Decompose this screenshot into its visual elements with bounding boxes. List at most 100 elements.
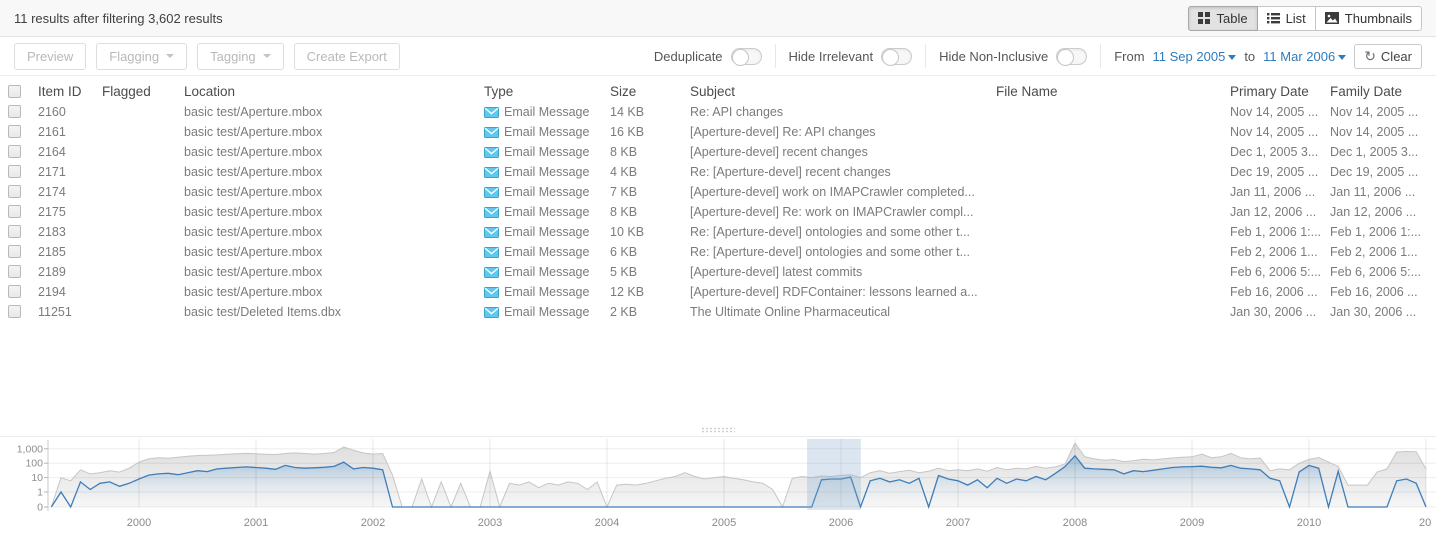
cell-flagged xyxy=(102,102,184,122)
cell-type: Email Message xyxy=(484,182,610,202)
cell-type: Email Message xyxy=(484,282,610,302)
date-from-dropdown[interactable]: 11 Sep 2005 xyxy=(1153,49,1237,64)
hide-non-inclusive-filter: Hide Non-Inclusive xyxy=(939,48,1087,65)
email-icon xyxy=(484,227,499,238)
divider xyxy=(775,44,776,68)
y-axis-label: 0 xyxy=(37,502,43,514)
row-checkbox[interactable] xyxy=(8,145,21,158)
column-header-family-date[interactable]: Family Date xyxy=(1330,84,1436,99)
select-all-checkbox[interactable] xyxy=(8,85,21,98)
column-header-file-name[interactable]: File Name xyxy=(996,84,1230,99)
table-row[interactable]: 2164basic test/Aperture.mboxEmail Messag… xyxy=(0,142,1436,162)
cell-file-name xyxy=(996,242,1230,262)
clear-date-filter-button[interactable]: ↻ Clear xyxy=(1354,44,1422,69)
row-checkbox[interactable] xyxy=(8,245,21,258)
cell-item-id: 2161 xyxy=(38,122,102,142)
cell-type: Email Message xyxy=(484,242,610,262)
row-checkbox[interactable] xyxy=(8,225,21,238)
table-row[interactable]: 11251basic test/Deleted Items.dbxEmail M… xyxy=(0,302,1436,322)
y-axis-label: 1 xyxy=(37,487,43,499)
row-checkbox[interactable] xyxy=(8,205,21,218)
row-checkbox[interactable] xyxy=(8,265,21,278)
table-row[interactable]: 2174basic test/Aperture.mboxEmail Messag… xyxy=(0,182,1436,202)
cell-size: 10 KB xyxy=(610,222,690,242)
panel-splitter[interactable] xyxy=(0,424,1436,436)
column-header-flagged[interactable]: Flagged xyxy=(102,84,184,99)
cell-file-name xyxy=(996,282,1230,302)
row-checkbox-cell xyxy=(8,142,38,162)
cell-primary-date: Feb 2, 2006 1... xyxy=(1230,242,1330,262)
cell-item-id: 2175 xyxy=(38,202,102,222)
column-header-location[interactable]: Location xyxy=(184,84,484,99)
refresh-icon: ↻ xyxy=(1364,49,1376,63)
hide-irrelevant-toggle[interactable] xyxy=(881,48,912,65)
table-row[interactable]: 2171basic test/Aperture.mboxEmail Messag… xyxy=(0,162,1436,182)
row-checkbox[interactable] xyxy=(8,165,21,178)
preview-button[interactable]: Preview xyxy=(14,43,86,70)
row-checkbox-cell xyxy=(8,242,38,262)
timeline-chart[interactable]: 1,00010010102000200120022003200420052006… xyxy=(0,437,1436,538)
cell-flagged xyxy=(102,182,184,202)
cell-subject: [Aperture-devel] latest commits xyxy=(690,262,996,282)
row-checkbox[interactable] xyxy=(8,105,21,118)
hide-non-inclusive-label: Hide Non-Inclusive xyxy=(939,49,1048,64)
table-row[interactable]: 2185basic test/Aperture.mboxEmail Messag… xyxy=(0,242,1436,262)
x-axis-label: 2001 xyxy=(244,517,268,529)
row-checkbox[interactable] xyxy=(8,305,21,318)
select-all-checkbox-cell xyxy=(8,84,38,99)
x-axis-label: 2000 xyxy=(127,517,151,529)
row-checkbox-cell xyxy=(8,282,38,302)
cell-flagged xyxy=(102,222,184,242)
row-checkbox[interactable] xyxy=(8,285,21,298)
cell-subject: [Aperture-devel] recent changes xyxy=(690,142,996,162)
timeline-panel: 1,00010010102000200120022003200420052006… xyxy=(0,436,1436,538)
view-button-list[interactable]: List xyxy=(1257,6,1316,31)
cell-flagged xyxy=(102,122,184,142)
tagging-dropdown-button[interactable]: Tagging xyxy=(197,43,284,70)
column-header-item-id[interactable]: Item ID xyxy=(38,84,102,99)
date-to-dropdown[interactable]: 11 Mar 2006 xyxy=(1263,49,1346,64)
table-row[interactable]: 2160basic test/Aperture.mboxEmail Messag… xyxy=(0,102,1436,122)
view-button-table[interactable]: Table xyxy=(1188,6,1257,31)
column-header-primary-date[interactable]: Primary Date xyxy=(1230,84,1330,99)
deduplicate-toggle[interactable] xyxy=(731,48,762,65)
email-icon xyxy=(484,107,499,118)
type-label: Email Message xyxy=(504,202,589,222)
date-selection-band[interactable] xyxy=(807,439,861,510)
clear-button-label: Clear xyxy=(1381,49,1412,64)
table-row[interactable]: 2175 basic test/Aperture.mbox Email Messag… xyxy=(0,202,1436,222)
date-to-value: 11 Mar 2006 xyxy=(1263,49,1335,64)
column-header-subject[interactable]: Subject xyxy=(690,84,996,99)
table-row[interactable]: 2183basic test/Aperture.mboxEmail Messag… xyxy=(0,222,1436,242)
cell-type: Email Message xyxy=(484,202,610,222)
flagging-dropdown-button[interactable]: Flagging xyxy=(96,43,187,70)
table-row[interactable]: 2194basic test/Aperture.mboxEmail Messag… xyxy=(0,282,1436,302)
cell-location: basic test/Aperture.mbox xyxy=(184,202,484,222)
row-checkbox-cell xyxy=(8,262,38,282)
email-icon xyxy=(484,207,499,218)
column-header-size[interactable]: Size xyxy=(610,84,690,99)
cell-flagged xyxy=(102,202,184,222)
chevron-down-icon xyxy=(263,54,271,58)
email-icon xyxy=(484,267,499,278)
email-icon xyxy=(484,167,499,178)
cell-flagged xyxy=(102,302,184,322)
cell-file-name xyxy=(996,182,1230,202)
view-button-thumbnails[interactable]: Thumbnails xyxy=(1315,6,1422,31)
cell-location: basic test/Aperture.mbox xyxy=(184,102,484,122)
column-header-type[interactable]: Type xyxy=(484,84,610,99)
cell-flagged xyxy=(102,242,184,262)
row-checkbox[interactable] xyxy=(8,125,21,138)
table-header: Item ID Flagged Location Type Size Subje… xyxy=(0,76,1436,102)
table-row[interactable]: 2189basic test/Aperture.mboxEmail Messag… xyxy=(0,262,1436,282)
table-row[interactable]: 2161basic test/Aperture.mboxEmail Messag… xyxy=(0,122,1436,142)
row-checkbox[interactable] xyxy=(8,185,21,198)
view-toggle-group: Table List Thumbnails xyxy=(1188,6,1422,31)
create-export-button[interactable]: Create Export xyxy=(294,43,400,70)
hide-non-inclusive-toggle[interactable] xyxy=(1056,48,1087,65)
y-axis-label: 1,000 xyxy=(17,443,43,455)
cell-primary-date: Feb 6, 2006 5:... xyxy=(1230,262,1330,282)
email-icon xyxy=(484,187,499,198)
chevron-down-icon xyxy=(1338,55,1346,60)
cell-family-date: Nov 14, 2005 ... xyxy=(1330,102,1436,122)
